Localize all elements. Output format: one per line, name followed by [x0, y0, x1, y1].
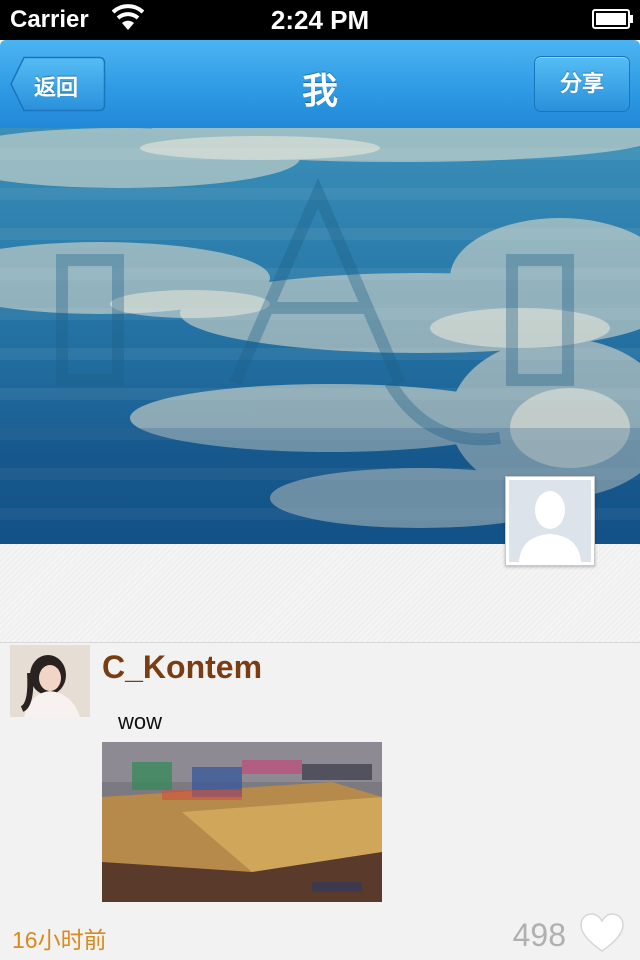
like-count: 498 — [512, 917, 566, 953]
share-button[interactable]: 分享 — [534, 56, 630, 112]
navigation-bar: 返回 我 分享 — [0, 40, 640, 129]
status-time: 2:24 PM — [270, 5, 370, 35]
post-timestamp: 16小时前 — [12, 927, 107, 953]
post-photo[interactable] — [102, 742, 382, 902]
post-username[interactable]: C_Kontem — [102, 649, 262, 686]
feed-post: C_Kontem wow 16小时前 498 — [0, 643, 640, 960]
post-text: wow — [118, 709, 163, 734]
default-avatar-icon — [509, 480, 591, 562]
user-avatar[interactable] — [10, 645, 90, 717]
heart-icon[interactable] — [580, 913, 624, 953]
battery-icon — [592, 9, 634, 29]
status-bar: Carrier 2:24 PM — [0, 0, 640, 40]
profile-avatar[interactable] — [505, 476, 595, 566]
